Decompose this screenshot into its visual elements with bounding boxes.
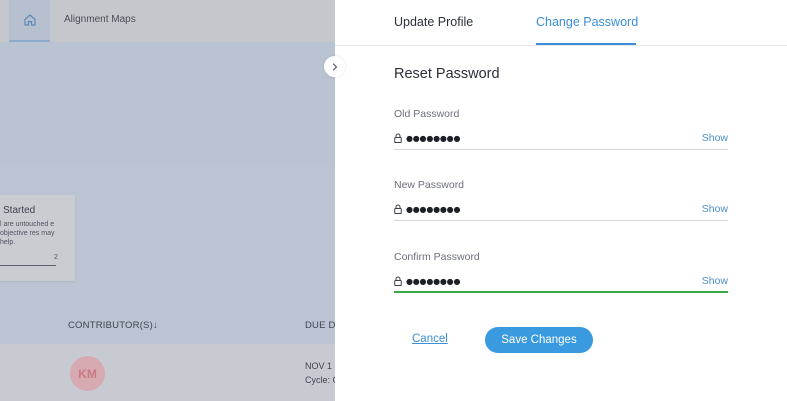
status-card-text: l are untouched e objective res may help… <box>0 221 55 246</box>
panel-tabs: Update Profile Change Password <box>335 0 787 46</box>
new-password-field: Show <box>394 201 728 221</box>
home-icon <box>23 14 36 26</box>
chevron-right-icon <box>332 62 337 71</box>
status-card-count: 2 <box>54 254 58 261</box>
active-tab-indicator <box>536 43 636 45</box>
old-password-field: Show <box>394 130 728 150</box>
old-password-input[interactable] <box>406 131 656 145</box>
cancel-button[interactable]: Cancel <box>412 333 448 345</box>
row-due-date: NOV 1 <box>305 361 333 371</box>
status-card-title: Started <box>3 205 36 216</box>
section-title: Reset Password <box>394 66 500 82</box>
new-password-label: New Password <box>394 179 465 191</box>
column-header-contributors[interactable]: CONTRIBUTOR(S)↓ <box>68 320 158 331</box>
old-password-show-toggle[interactable]: Show <box>702 132 728 144</box>
confirm-password-show-toggle[interactable]: Show <box>702 275 728 287</box>
avatar: KM <box>70 356 105 391</box>
row-cycle: Cycle: C <box>305 375 340 385</box>
tab-update-profile[interactable]: Update Profile <box>394 15 473 29</box>
lock-icon <box>394 204 402 214</box>
old-password-label: Old Password <box>394 108 460 120</box>
new-password-show-toggle[interactable]: Show <box>702 203 728 215</box>
status-card-progress <box>0 265 56 266</box>
lock-icon <box>394 133 402 143</box>
confirm-password-field: Show <box>394 273 728 293</box>
lock-icon <box>394 276 402 286</box>
status-card[interactable]: Started l are untouched e objective res … <box>0 195 75 281</box>
save-changes-button[interactable]: Save Changes <box>485 327 593 353</box>
nav-tab-alignment-maps[interactable]: Alignment Maps <box>64 14 136 25</box>
tab-change-password[interactable]: Change Password <box>536 15 638 29</box>
collapse-panel-button[interactable] <box>324 56 345 77</box>
new-password-input[interactable] <box>406 202 656 216</box>
confirm-password-label: Confirm Password <box>394 251 480 263</box>
confirm-password-input[interactable] <box>406 274 656 288</box>
profile-side-panel: Update Profile Change Password Reset Pas… <box>335 0 787 401</box>
home-button[interactable] <box>9 0 50 42</box>
